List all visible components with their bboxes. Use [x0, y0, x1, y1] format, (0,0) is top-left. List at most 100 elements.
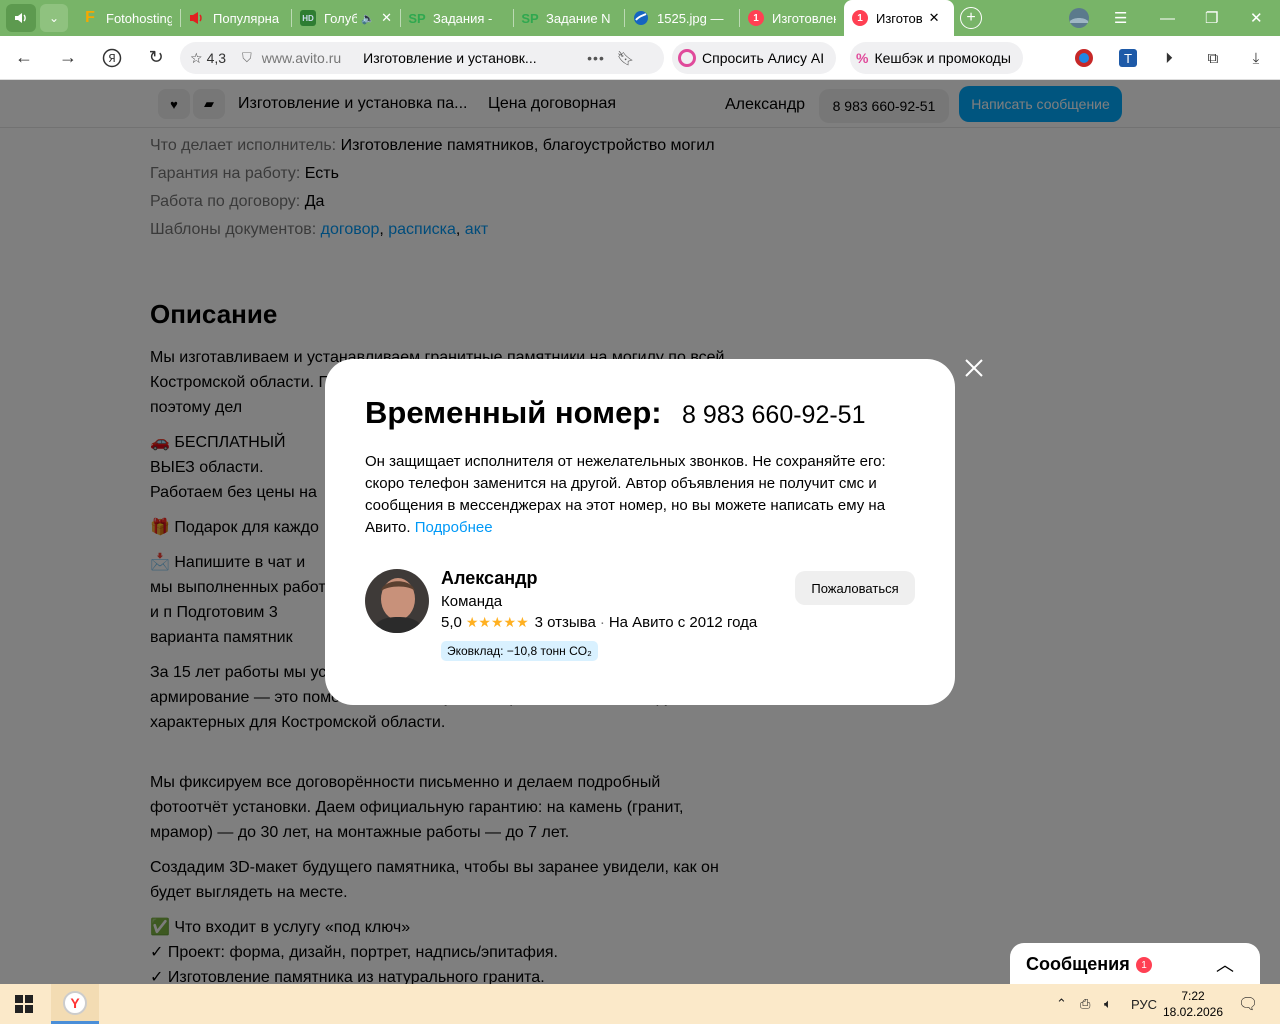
arrow-left-icon: ←: [15, 47, 33, 67]
extension-player-icon[interactable]: ⏵: [1157, 46, 1181, 70]
modal-phone-number[interactable]: 8 983 660-92-51: [682, 401, 865, 430]
tab-title: Популярна: [213, 10, 280, 26]
url-domain: www.avito.ru: [261, 50, 342, 66]
yandex-icon: Я: [102, 48, 122, 67]
seller-rating-row: 5,0 ★★★★★ 3 отзыва · На Авито с 2012 год…: [441, 614, 757, 631]
tab-list-button[interactable]: ⌄: [40, 4, 68, 32]
extension-translate-icon[interactable]: T: [1116, 46, 1140, 70]
restore-button[interactable]: ❐: [1205, 0, 1218, 36]
browser-tab[interactable]: Популярна: [181, 0, 291, 36]
hd-favicon-icon: HD: [300, 10, 316, 26]
avito-notification-favicon-icon: 1: [852, 10, 868, 26]
messages-label: Сообщения: [1026, 954, 1130, 974]
browser-menu-button[interactable]: ☰: [1114, 0, 1127, 36]
plus-icon: +: [966, 9, 976, 26]
percent-icon: %: [856, 50, 869, 66]
chevron-up-icon[interactable]: ︿: [1216, 951, 1234, 977]
svg-text:T: T: [1123, 52, 1132, 66]
browser-tab[interactable]: F Fotohosting: [74, 0, 180, 36]
tray-chevron-up-icon[interactable]: ⌃: [1056, 984, 1067, 1024]
windows-logo-icon: [15, 995, 33, 1013]
alisa-icon: [678, 49, 696, 67]
minimize-button[interactable]: —: [1160, 0, 1175, 36]
start-button[interactable]: [0, 984, 48, 1024]
new-tab-button[interactable]: +: [960, 7, 982, 29]
browser-tab[interactable]: SP Задание N: [514, 0, 624, 36]
tab-title: Задания -: [433, 10, 493, 26]
browser-tab-active[interactable]: 1 Изготов ✕: [844, 0, 954, 36]
network-icon[interactable]: ⎙: [1080, 984, 1090, 1024]
shield-icon[interactable]: ⛉: [242, 50, 252, 66]
input-language[interactable]: РУС: [1131, 984, 1157, 1024]
site-rating-value: 4,3: [206, 50, 227, 66]
minimize-icon: —: [1160, 9, 1175, 27]
site-rating[interactable]: ☆ 4,3: [190, 50, 226, 67]
browser-tab[interactable]: 1 Изготовлен: [740, 0, 844, 36]
sp-favicon-icon: SP: [521, 10, 539, 26]
wave-favicon-icon: [633, 10, 649, 26]
modal-description: Он защищает исполнителя от нежелательных…: [365, 451, 915, 539]
chevron-down-icon: ⌄: [48, 11, 60, 25]
close-modal-button[interactable]: [962, 356, 986, 380]
star-outline-icon: ☆: [190, 49, 203, 66]
reload-button[interactable]: ↻: [134, 36, 178, 80]
avito-notification-favicon-icon: 1: [748, 10, 764, 26]
download-icon[interactable]: ⤓: [1244, 46, 1268, 70]
close-icon[interactable]: ✕: [381, 10, 392, 26]
tab-title: Голуб: [324, 10, 358, 26]
tab-sound-button[interactable]: [6, 4, 36, 32]
messages-panel[interactable]: Сообщения 1 ︿: [1010, 943, 1260, 984]
reviews-link[interactable]: 3 отзыва: [535, 614, 596, 631]
forward-button[interactable]: →: [46, 36, 90, 80]
more-info-link[interactable]: Подробнее: [415, 519, 493, 536]
browser-tab[interactable]: SP Задания -: [401, 0, 513, 36]
browser-tab[interactable]: HD Голуб 🔈 ✕: [292, 0, 400, 36]
volume-icon[interactable]: 🔈︎: [1104, 984, 1112, 1024]
clock-time: 7:22: [1181, 989, 1205, 1003]
taskbar-yandex-browser[interactable]: Y: [51, 984, 99, 1024]
rating-value: 5,0: [441, 614, 462, 631]
extension-puzzle-icon[interactable]: ⧉: [1201, 46, 1225, 70]
back-button[interactable]: ←: [2, 36, 46, 80]
tab-title: Задание N: [546, 10, 611, 26]
bookmark-icon[interactable]: 🔖︎: [617, 50, 635, 67]
close-icon[interactable]: ✕: [929, 10, 940, 26]
menu-icon: ☰: [1114, 10, 1128, 27]
browser-tab[interactable]: 1525.jpg —: [625, 0, 739, 36]
messages-count-badge: 1: [1136, 957, 1152, 973]
seller-type: Команда: [441, 593, 503, 610]
taskbar-clock[interactable]: 7:22 18.02.2026: [1160, 988, 1226, 1020]
close-window-button[interactable]: ✕: [1250, 0, 1263, 36]
speaker-favicon-icon: [189, 10, 205, 26]
close-icon: [965, 359, 983, 377]
cashback-button[interactable]: % Кешбэк и промокоды: [850, 42, 1023, 74]
yandex-home-button[interactable]: Я: [90, 36, 134, 80]
tab-title: Fotohosting: [106, 10, 172, 26]
ask-alisa-button[interactable]: Спросить Алису AI: [672, 42, 837, 74]
extension-shield-icon[interactable]: [1072, 46, 1096, 70]
fotohosting-favicon-icon: F: [85, 9, 95, 26]
more-dots-icon[interactable]: •••: [587, 50, 605, 66]
profile-avatar[interactable]: [1068, 0, 1090, 36]
clock-date: 18.02.2026: [1162, 1005, 1224, 1019]
sp-favicon-icon: SP: [408, 10, 426, 26]
address-bar[interactable]: ☆ 4,3 ⛉ www.avito.ru Изготовление и устан…: [180, 42, 664, 74]
yandex-browser-icon: Y: [63, 990, 87, 1015]
notifications-icon[interactable]: 🗨︎: [1238, 984, 1258, 1024]
svg-text:Я: Я: [108, 52, 116, 65]
complain-button[interactable]: Пожаловаться: [795, 571, 915, 605]
tab-title: Изготов: [876, 10, 923, 26]
profile-avatar-icon: [1069, 8, 1089, 28]
tab-title: 1525.jpg —: [657, 10, 724, 26]
seller-name[interactable]: Александр: [441, 568, 538, 589]
speaker-icon: [15, 13, 26, 23]
cashback-label: Кешбэк и промокоды: [874, 50, 1011, 66]
seller-avatar[interactable]: [365, 569, 429, 633]
url-page-title: Изготовление и установк...: [363, 50, 537, 66]
browser-nav-bar: ← → Я ↻ ☆ 4,3 ⛉ www.avito.ru Изготовление…: [0, 36, 1280, 80]
tab-title: Изготовлен: [772, 10, 836, 26]
restore-icon: ❐: [1205, 10, 1219, 27]
ask-alisa-label: Спросить Алису AI: [702, 50, 825, 66]
browser-tab-bar: ⌄ F Fotohosting Популярна HD Голуб 🔈 ✕ S…: [0, 0, 1280, 36]
eco-badge[interactable]: Эковклад: −10,8 тонн CO₂: [441, 641, 598, 661]
